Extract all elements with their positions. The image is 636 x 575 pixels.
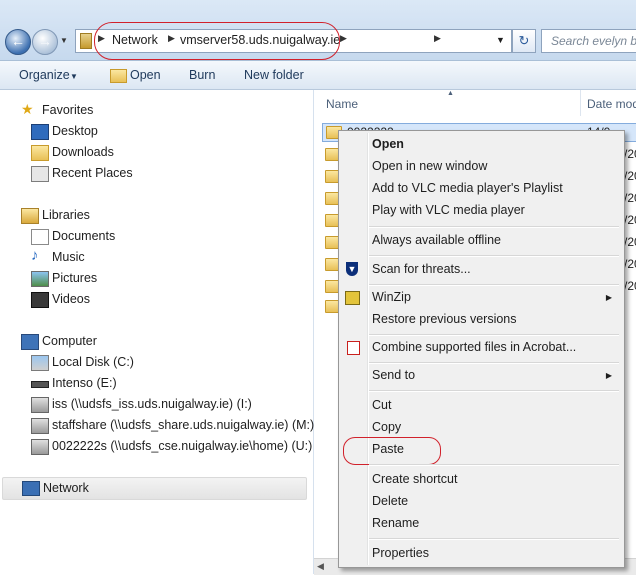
nav-network-label: Network xyxy=(43,481,89,495)
recent-pages-dropdown-icon[interactable]: ▼ xyxy=(60,36,68,45)
address-bar-area: ← → ▼ ▶ Network ▶ vmserver58.uds.nuigalw… xyxy=(0,0,636,61)
navigation-pane: ★ Favorites Desktop Downloads Recent Pla… xyxy=(0,90,314,574)
menu-always-offline[interactable]: Always available offline xyxy=(372,233,501,247)
network-globe-icon xyxy=(22,481,40,496)
network-folder-icon xyxy=(80,33,92,49)
menu-separator xyxy=(369,362,619,364)
command-toolbar: Organize ▼ Open Burn New folder xyxy=(0,61,636,90)
network-drive-icon xyxy=(31,439,49,455)
search-placeholder: Search evelyn bo xyxy=(551,34,636,48)
menu-gutter xyxy=(367,133,369,565)
pictures-icon xyxy=(31,271,49,287)
menu-combine-acrobat[interactable]: Combine supported files in Acrobat... xyxy=(372,340,576,354)
address-history-dropdown-icon[interactable]: ▼ xyxy=(496,35,505,45)
submenu-arrow-icon: ▶ xyxy=(605,293,612,302)
date-fragment: /20 xyxy=(624,169,636,183)
film-strip-icon xyxy=(31,292,49,308)
refresh-icon[interactable]: ↻ xyxy=(512,29,536,53)
submenu-arrow-icon: ▶ xyxy=(605,371,612,380)
star-icon: ★ xyxy=(21,101,34,117)
date-fragment: /20 xyxy=(624,257,636,271)
menu-separator xyxy=(369,255,619,257)
music-note-icon: ♪ xyxy=(31,247,39,264)
breadcrumb-separator-icon[interactable]: ▶ xyxy=(340,33,347,44)
menu-rename[interactable]: Rename xyxy=(372,516,419,530)
menu-open-new-window[interactable]: Open in new window xyxy=(372,159,487,173)
menu-separator xyxy=(369,390,619,392)
menu-create-shortcut[interactable]: Create shortcut xyxy=(372,472,457,486)
scroll-left-icon[interactable]: ◀ xyxy=(317,561,324,572)
column-divider[interactable] xyxy=(580,90,581,116)
libraries-icon xyxy=(21,208,39,224)
downloads-folder-icon xyxy=(31,145,49,161)
menu-delete[interactable]: Delete xyxy=(372,494,408,508)
forward-button[interactable]: → xyxy=(32,29,58,55)
removable-drive-icon xyxy=(31,381,49,388)
name-column-header[interactable]: Name xyxy=(326,97,358,111)
menu-cut[interactable]: Cut xyxy=(372,398,391,412)
documents-icon xyxy=(31,229,49,245)
menu-scan-threats[interactable]: Scan for threats... xyxy=(372,262,471,276)
menu-open[interactable]: Open xyxy=(372,137,404,151)
date-column-header[interactable]: Date mod xyxy=(587,97,636,111)
menu-copy[interactable]: Copy xyxy=(372,420,401,434)
organize-dropdown-icon[interactable]: ▼ xyxy=(70,72,78,81)
menu-separator xyxy=(369,284,619,286)
menu-separator xyxy=(369,226,619,228)
winzip-icon xyxy=(345,291,360,305)
date-fragment: /20 xyxy=(624,235,636,249)
burn-button[interactable]: Burn xyxy=(189,68,215,82)
menu-play-vlc[interactable]: Play with VLC media player xyxy=(372,203,525,217)
menu-separator xyxy=(369,538,619,540)
sort-ascending-icon: ▲ xyxy=(447,90,454,97)
open-button[interactable]: Open xyxy=(130,68,161,82)
menu-winzip[interactable]: WinZip xyxy=(372,290,411,304)
date-fragment: /20 xyxy=(624,191,636,205)
network-drive-icon xyxy=(31,397,49,413)
open-folder-icon xyxy=(110,69,127,83)
breadcrumb-separator-icon[interactable]: ▶ xyxy=(434,33,441,44)
computer-icon xyxy=(21,334,39,350)
new-folder-button[interactable]: New folder xyxy=(244,68,304,82)
organize-button[interactable]: Organize xyxy=(19,68,70,82)
date-fragment: /20 xyxy=(624,279,636,293)
menu-separator xyxy=(369,334,619,336)
date-fragment: /20 xyxy=(624,213,636,227)
network-drive-icon xyxy=(31,418,49,434)
shield-scan-icon: ▼ xyxy=(346,262,358,276)
acrobat-icon xyxy=(347,341,360,355)
menu-properties[interactable]: Properties xyxy=(372,546,429,560)
menu-restore-previous[interactable]: Restore previous versions xyxy=(372,312,517,326)
annotation-oval xyxy=(343,437,441,465)
menu-add-vlc-playlist[interactable]: Add to VLC media player's Playlist xyxy=(372,181,563,195)
desktop-icon xyxy=(31,124,49,140)
menu-send-to[interactable]: Send to xyxy=(372,368,415,382)
back-button[interactable]: ← xyxy=(5,29,31,55)
context-menu: Open Open in new window Add to VLC media… xyxy=(338,130,625,568)
date-fragment: /20 xyxy=(624,147,636,161)
recent-places-icon xyxy=(31,166,49,182)
search-input[interactable]: Search evelyn bo xyxy=(541,29,636,53)
windows-drive-icon xyxy=(31,355,49,371)
nav-network-selected[interactable]: Network xyxy=(2,477,307,500)
annotation-oval xyxy=(94,22,340,60)
menu-separator xyxy=(369,464,619,466)
